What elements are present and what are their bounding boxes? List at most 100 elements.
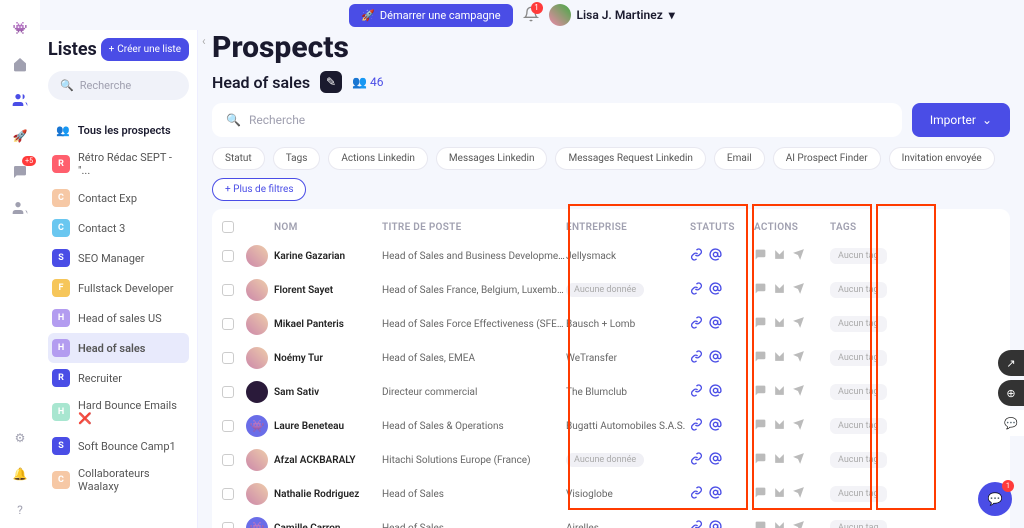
gear-icon[interactable]: ⚙ xyxy=(0,420,40,456)
link-status-icon[interactable] xyxy=(690,282,703,298)
filter-pill[interactable]: Email xyxy=(714,147,765,170)
sidebar-list-item[interactable]: RRétro Rédac SEPT - "... xyxy=(48,145,189,183)
table-row[interactable]: Mikael Panteris Head of Sales Force Effe… xyxy=(222,307,1000,341)
message-action-icon[interactable] xyxy=(754,316,767,332)
start-campaign-button[interactable]: 🚀 Démarrer une campagne xyxy=(349,4,512,27)
create-list-button[interactable]: + Créer une liste xyxy=(101,38,189,61)
send-action-icon[interactable] xyxy=(792,418,805,434)
message-action-icon[interactable] xyxy=(754,452,767,468)
filter-pill[interactable]: Statut xyxy=(212,147,265,170)
email-status-icon[interactable] xyxy=(709,316,722,332)
more-filters-button[interactable]: + Plus de filtres xyxy=(212,178,306,201)
tag-badge[interactable]: Aucun tag xyxy=(830,248,887,264)
row-checkbox[interactable] xyxy=(222,352,234,364)
email-status-icon[interactable] xyxy=(709,486,722,502)
email-status-icon[interactable] xyxy=(709,418,722,434)
link-status-icon[interactable] xyxy=(690,418,703,434)
table-row[interactable]: 👾 Camille Carron Head of Sales Airelles … xyxy=(222,511,1000,528)
send-action-icon[interactable] xyxy=(792,486,805,502)
link-status-icon[interactable] xyxy=(690,486,703,502)
send-action-icon[interactable] xyxy=(792,282,805,298)
message-action-icon[interactable] xyxy=(754,350,767,366)
row-checkbox[interactable] xyxy=(222,488,234,500)
mail-action-icon[interactable] xyxy=(773,520,786,528)
sidebar-list-item[interactable]: FFullstack Developer xyxy=(48,273,189,303)
message-action-icon[interactable] xyxy=(754,486,767,502)
send-action-icon[interactable] xyxy=(792,452,805,468)
message-action-icon[interactable] xyxy=(754,282,767,298)
send-action-icon[interactable] xyxy=(792,520,805,528)
sidebar-list-item[interactable]: CContact 3 xyxy=(48,213,189,243)
email-status-icon[interactable] xyxy=(709,384,722,400)
sidebar-list-item[interactable]: SSEO Manager xyxy=(48,243,189,273)
table-row[interactable]: Nathalie Rodriguez Head of Sales Visiogl… xyxy=(222,477,1000,511)
tag-badge[interactable]: Aucun tag xyxy=(830,486,887,502)
select-all-checkbox[interactable] xyxy=(222,221,234,233)
message-action-icon[interactable] xyxy=(754,384,767,400)
table-row[interactable]: Karine Gazarian Head of Sales and Busine… xyxy=(222,239,1000,273)
bell-nav-icon[interactable]: 🔔 xyxy=(0,456,40,492)
main-search-input[interactable]: 🔍 Recherche xyxy=(212,103,902,137)
message-action-icon[interactable] xyxy=(754,248,767,264)
team-icon[interactable] xyxy=(0,190,40,226)
table-row[interactable]: Afzal ACKBARALY Hitachi Solutions Europe… xyxy=(222,443,1000,477)
rocket-icon[interactable]: 🚀 xyxy=(0,118,40,154)
send-action-icon[interactable] xyxy=(792,384,805,400)
chat-icon[interactable]: +5 xyxy=(0,154,40,190)
user-menu[interactable]: Lisa J. Martinez ▾ xyxy=(549,4,675,26)
link-status-icon[interactable] xyxy=(690,384,703,400)
table-row[interactable]: 👾 Laure Beneteau Head of Sales & Operati… xyxy=(222,409,1000,443)
filter-pill[interactable]: Tags xyxy=(273,147,321,170)
link-status-icon[interactable] xyxy=(690,520,703,528)
mail-action-icon[interactable] xyxy=(773,486,786,502)
link-status-icon[interactable] xyxy=(690,350,703,366)
sidebar-list-item[interactable]: SSoft Bounce Camp1 xyxy=(48,431,189,461)
row-checkbox[interactable] xyxy=(222,284,234,296)
row-checkbox[interactable] xyxy=(222,454,234,466)
collapse-sidebar-icon[interactable]: ‹ xyxy=(202,34,206,48)
email-status-icon[interactable] xyxy=(709,248,722,264)
side-fab-2[interactable]: ⊕ xyxy=(998,380,1024,406)
home-icon[interactable] xyxy=(0,46,40,82)
import-button[interactable]: Importer ⌄ xyxy=(912,103,1010,137)
send-action-icon[interactable] xyxy=(792,316,805,332)
table-row[interactable]: Sam Sativ Directeur commercial The Blumc… xyxy=(222,375,1000,409)
help-icon[interactable]: ? xyxy=(0,492,40,528)
edit-list-button[interactable]: ✎ xyxy=(320,71,342,93)
sidebar-search-input[interactable]: 🔍 Recherche xyxy=(48,71,189,100)
table-row[interactable]: Noémy Tur Head of Sales, EMEA WeTransfer… xyxy=(222,341,1000,375)
mail-action-icon[interactable] xyxy=(773,316,786,332)
chat-fab[interactable]: 💬1 xyxy=(978,482,1012,516)
send-action-icon[interactable] xyxy=(792,350,805,366)
mail-action-icon[interactable] xyxy=(773,282,786,298)
filter-pill[interactable]: Messages Linkedin xyxy=(436,147,548,170)
mail-action-icon[interactable] xyxy=(773,418,786,434)
message-action-icon[interactable] xyxy=(754,418,767,434)
mail-action-icon[interactable] xyxy=(773,350,786,366)
tag-badge[interactable]: Aucun tag xyxy=(830,418,887,434)
send-action-icon[interactable] xyxy=(792,248,805,264)
filter-pill[interactable]: AI Prospect Finder xyxy=(773,147,881,170)
row-checkbox[interactable] xyxy=(222,386,234,398)
tag-badge[interactable]: Aucun tag xyxy=(830,384,887,400)
message-action-icon[interactable] xyxy=(754,520,767,528)
email-status-icon[interactable] xyxy=(709,350,722,366)
prospects-icon[interactable] xyxy=(0,82,40,118)
sidebar-list-item[interactable]: HHead of sales xyxy=(48,333,189,363)
email-status-icon[interactable] xyxy=(709,520,722,528)
row-checkbox[interactable] xyxy=(222,522,234,528)
filter-pill[interactable]: Invitation envoyée xyxy=(889,147,995,170)
all-prospects-link[interactable]: 👥 Tous les prospects xyxy=(48,116,189,145)
link-status-icon[interactable] xyxy=(690,248,703,264)
tag-badge[interactable]: Aucun tag xyxy=(830,452,887,468)
side-fab-3[interactable]: 💬 xyxy=(998,410,1024,436)
mail-action-icon[interactable] xyxy=(773,248,786,264)
table-row[interactable]: Florent Sayet Head of Sales France, Belg… xyxy=(222,273,1000,307)
tag-badge[interactable]: Aucun tag xyxy=(830,520,887,528)
tag-badge[interactable]: Aucun tag xyxy=(830,316,887,332)
mail-action-icon[interactable] xyxy=(773,452,786,468)
tag-badge[interactable]: Aucun tag xyxy=(830,350,887,366)
link-status-icon[interactable] xyxy=(690,452,703,468)
sidebar-list-item[interactable]: CContact Exp xyxy=(48,183,189,213)
sidebar-list-item[interactable]: HHead of sales US xyxy=(48,303,189,333)
